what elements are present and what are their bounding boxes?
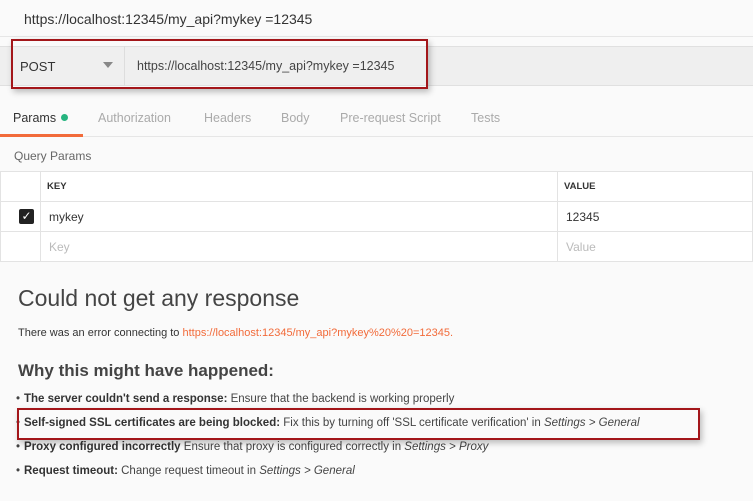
- error-link[interactable]: https://localhost:12345/my_api?mykey%20%…: [182, 327, 453, 339]
- why-heading: Why this might have happened:: [18, 361, 274, 380]
- value-cell[interactable]: 12345: [557, 201, 753, 232]
- checkbox-checked-icon[interactable]: ✓: [19, 209, 34, 224]
- status-dot-icon: [61, 114, 69, 121]
- key-header: KEY: [40, 171, 558, 202]
- tab-params[interactable]: Params: [13, 111, 69, 125]
- table-row-empty: Key Value: [0, 231, 753, 262]
- tab-authorization[interactable]: Authorization: [98, 111, 171, 125]
- error-heading: Could not get any response: [18, 285, 300, 311]
- tab-tests[interactable]: Tests: [471, 111, 500, 125]
- tab-body[interactable]: Body: [281, 111, 310, 125]
- table-header: KEY VALUE: [0, 171, 753, 202]
- tab-pre-request-script[interactable]: Pre-request Script: [340, 111, 441, 125]
- reason-item: Request timeout: Change request timeout …: [16, 465, 355, 477]
- divider: [0, 36, 753, 37]
- query-params-label: Query Params: [14, 149, 92, 163]
- key-cell[interactable]: mykey: [40, 201, 558, 232]
- error-message: There was an error connecting to https:/…: [18, 327, 454, 339]
- params-table: KEY VALUE ✓ mykey 12345 Key Value: [0, 171, 753, 262]
- key-input[interactable]: Key: [40, 231, 558, 262]
- highlight-box: [11, 39, 428, 89]
- window-title: https://localhost:12345/my_api?mykey =12…: [24, 11, 313, 27]
- tab-label: Params: [13, 111, 57, 125]
- value-input[interactable]: Value: [557, 231, 753, 262]
- highlight-box: [17, 408, 700, 440]
- reason-item: Proxy configured incorrectly Ensure that…: [16, 441, 488, 453]
- reason-item: The server couldn't send a response: Ens…: [16, 393, 454, 405]
- active-tab-indicator: [0, 134, 83, 137]
- table-row: ✓ mykey 12345: [0, 201, 753, 232]
- value-header: VALUE: [557, 171, 753, 202]
- request-tabs: Params Authorization Headers Body Pre-re…: [0, 97, 753, 137]
- tab-headers[interactable]: Headers: [204, 111, 251, 125]
